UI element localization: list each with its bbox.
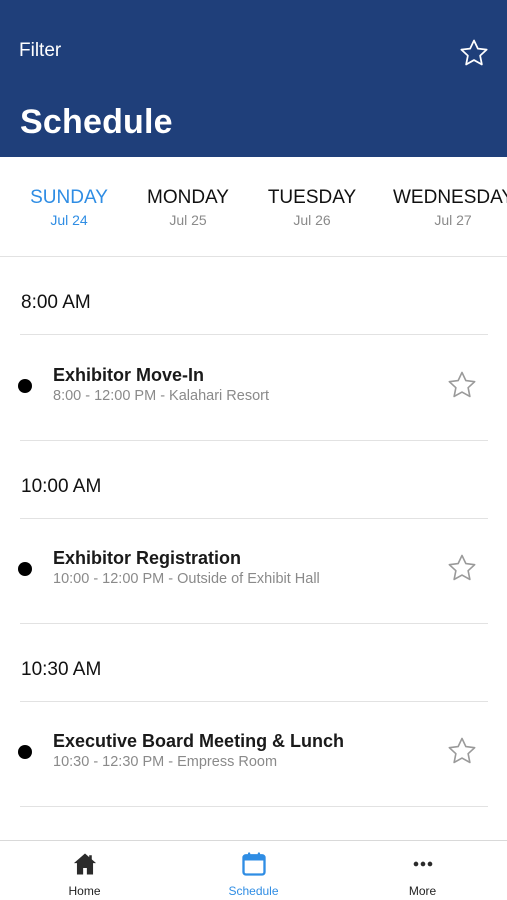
session-subtitle: 10:30 - 12:30 PM - Empress Room (53, 754, 278, 770)
divider (20, 806, 488, 807)
calendar-icon (240, 850, 268, 883)
tab-label: More (408, 884, 437, 898)
day-name: TUESDAY (267, 187, 357, 208)
session-title: Exhibitor Move-In (53, 365, 205, 385)
bullet-dot (18, 745, 32, 759)
day-tab-monday[interactable]: MONDAY Jul 25 (142, 187, 234, 228)
star-outline-icon[interactable] (446, 369, 478, 401)
day-selector: SUNDAY Jul 24 MONDAY Jul 25 TUESDAY Jul … (0, 157, 507, 257)
tab-more[interactable]: More (338, 841, 507, 900)
session-row[interactable]: Exhibitor Move-In 8:00 - 12:00 PM - Kala… (0, 335, 507, 440)
session-subtitle: 10:00 - 12:00 PM - Outside of Exhibit Ha… (53, 571, 320, 587)
tab-label: Home (68, 884, 101, 898)
session-row[interactable]: Executive Board Meeting & Lunch 10:30 - … (0, 701, 507, 806)
day-name: WEDNESDAY (393, 187, 507, 208)
more-dots-icon (409, 850, 437, 883)
tab-bar: Home Schedule More (0, 840, 507, 900)
tab-schedule[interactable]: Schedule (169, 841, 338, 900)
time-header: 8:00 AM (21, 292, 91, 313)
page-title: Schedule (20, 103, 173, 141)
day-date: Jul 25 (169, 212, 207, 228)
session-title: Exhibitor Registration (53, 548, 242, 568)
time-header: 10:00 AM (21, 476, 102, 497)
tab-label: Schedule (228, 884, 279, 898)
star-outline-icon[interactable] (446, 552, 478, 584)
divider (20, 623, 488, 624)
star-outline-icon[interactable] (458, 37, 490, 69)
tab-home[interactable]: Home (0, 841, 169, 900)
header-bar: Filter Schedule (0, 0, 507, 157)
day-date: Jul 27 (434, 212, 472, 228)
home-icon (71, 850, 99, 883)
star-outline-icon[interactable] (446, 735, 478, 767)
bullet-dot (18, 379, 32, 393)
day-name: MONDAY (147, 187, 229, 208)
day-date: Jul 24 (50, 212, 88, 228)
day-tab-sunday[interactable]: SUNDAY Jul 24 (27, 187, 111, 228)
day-tab-tuesday[interactable]: TUESDAY Jul 26 (264, 187, 360, 228)
session-title: Executive Board Meeting & Lunch (53, 731, 345, 751)
day-tab-wednesday[interactable]: WEDNESDAY Jul 27 (393, 187, 507, 228)
day-name: SUNDAY (30, 187, 108, 208)
filter-button[interactable]: Filter (19, 40, 61, 62)
divider (20, 440, 488, 441)
day-date: Jul 26 (293, 212, 331, 228)
session-subtitle: 8:00 - 12:00 PM - Kalahari Resort (53, 388, 269, 404)
session-row[interactable]: Exhibitor Registration 10:00 - 12:00 PM … (0, 518, 507, 623)
bullet-dot (18, 562, 32, 576)
time-header: 10:30 AM (21, 659, 102, 680)
